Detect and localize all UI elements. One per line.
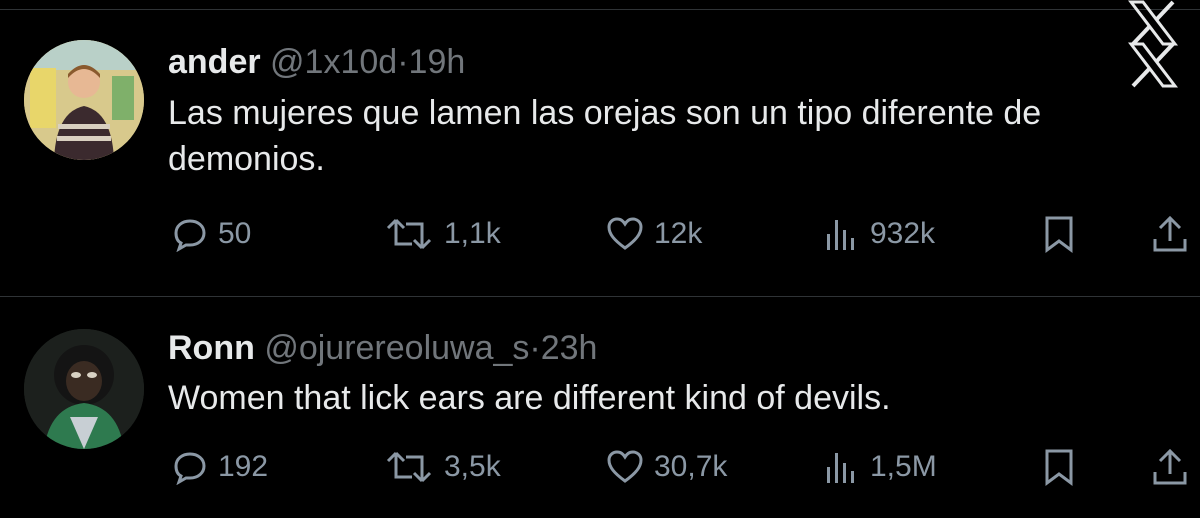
display-name[interactable]: Ronn [168, 329, 255, 367]
reply-icon [174, 452, 206, 485]
display-name[interactable]: ander [168, 43, 261, 81]
x-logo-icon [1128, 0, 1178, 46]
timestamp[interactable]: 23h [541, 329, 598, 367]
retweet-count: 1,1k [444, 217, 501, 250]
tweet-header: Ronn @ojurereoluwa_s·23h [168, 328, 597, 368]
share-icon [1153, 215, 1187, 252]
views-button[interactable]: 1,5M [824, 445, 937, 489]
user-handle[interactable]: @1x10d [270, 43, 397, 81]
tweet-text: Las mujeres que lamen las orejas son un … [168, 94, 1042, 178]
views-button[interactable]: 932k [824, 212, 935, 256]
reply-icon [174, 219, 206, 252]
avatar[interactable] [24, 329, 144, 449]
like-button[interactable]: 12k [606, 212, 702, 256]
like-button[interactable]: 30,7k [606, 445, 727, 489]
bookmark-icon [1045, 449, 1073, 486]
views-count: 932k [870, 217, 936, 250]
x-logo-icon [1128, 42, 1178, 88]
reply-count: 50 [218, 217, 252, 250]
retweet-button[interactable]: 1,1k [384, 212, 501, 256]
share-button[interactable] [1152, 445, 1188, 489]
tweet-2[interactable]: Ronn @ojurereoluwa_s·23h Women that lick… [0, 297, 1200, 518]
tweet-header: ander @1x10d·19h [168, 42, 465, 82]
retweet-icon [386, 218, 432, 250]
retweet-count: 3,5k [444, 450, 501, 483]
tweet-actions: 192 3,5k 30,7k 1,5M [0, 445, 1200, 489]
retweet-button[interactable]: 3,5k [384, 445, 501, 489]
bookmark-button[interactable] [1042, 445, 1076, 489]
separator-dot: · [397, 43, 409, 81]
user-handle[interactable]: @ojurereoluwa_s [264, 329, 529, 367]
like-icon [607, 450, 643, 483]
tweet-actions: 50 1,1k 12k 932k [0, 212, 1200, 256]
bookmark-button[interactable] [1042, 212, 1076, 256]
like-icon [607, 217, 643, 250]
reply-button[interactable]: 50 [172, 212, 251, 256]
bookmark-icon [1045, 216, 1073, 253]
views-count: 1,5M [870, 450, 937, 483]
tweet-text: Women that lick ears are different kind … [168, 379, 891, 417]
timestamp[interactable]: 19h [409, 43, 466, 81]
tweet-1[interactable]: ander @1x10d·19h Las mujeres que lamen l… [0, 0, 1200, 296]
share-icon [1153, 448, 1187, 485]
retweet-icon [386, 451, 432, 483]
share-button[interactable] [1152, 212, 1188, 256]
like-count: 12k [654, 217, 703, 250]
reply-count: 192 [218, 450, 269, 483]
avatar[interactable] [24, 40, 144, 160]
separator-dot: · [529, 329, 541, 367]
views-icon [827, 453, 854, 483]
reply-button[interactable]: 192 [172, 445, 268, 489]
views-icon [827, 220, 854, 250]
like-count: 30,7k [654, 450, 728, 483]
